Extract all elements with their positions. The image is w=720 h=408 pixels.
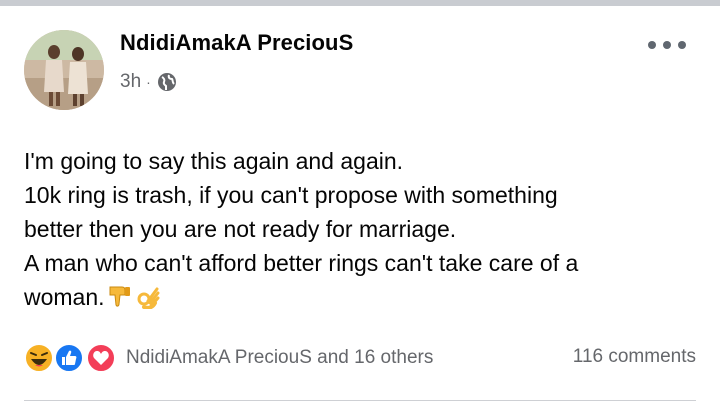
post-line: 10k ring is trash, if you can't propose … <box>24 182 558 208</box>
post-author-name[interactable]: NdidiAmakA PreciouS <box>120 30 353 56</box>
post-body: I'm going to say this again and again. 1… <box>24 144 704 314</box>
ok-hand-icon <box>137 287 160 309</box>
post-line: better then you are not ready for marria… <box>24 216 457 242</box>
post-line: woman. <box>24 284 105 310</box>
thumbs-down-icon <box>109 286 130 307</box>
reaction-names[interactable]: NdidiAmakA PreciouS and 16 others <box>126 347 433 369</box>
reactions-summary[interactable]: NdidiAmakA PreciouS and 16 others <box>24 343 433 373</box>
post-time[interactable]: 3h <box>120 71 141 93</box>
bottom-divider <box>24 400 696 401</box>
globe-icon[interactable] <box>157 72 177 92</box>
post-line: I'm going to say this again and again. <box>24 148 404 174</box>
more-dot-icon <box>663 41 671 49</box>
post-line: A man who can't afford better rings can'… <box>24 250 579 276</box>
meta-separator: · <box>146 74 151 90</box>
more-dot-icon <box>678 41 686 49</box>
love-reaction-icon <box>86 343 116 373</box>
top-divider <box>0 0 720 6</box>
like-reaction-icon <box>54 343 84 373</box>
post-meta: 3h · <box>120 70 177 94</box>
more-dot-icon <box>648 41 656 49</box>
haha-reaction-icon <box>24 343 54 373</box>
post-line-last: woman. <box>24 280 704 314</box>
avatar[interactable] <box>24 30 104 110</box>
more-options-icon[interactable] <box>648 34 686 56</box>
comments-count[interactable]: 116 comments <box>573 346 696 368</box>
reaction-icons <box>24 343 122 373</box>
